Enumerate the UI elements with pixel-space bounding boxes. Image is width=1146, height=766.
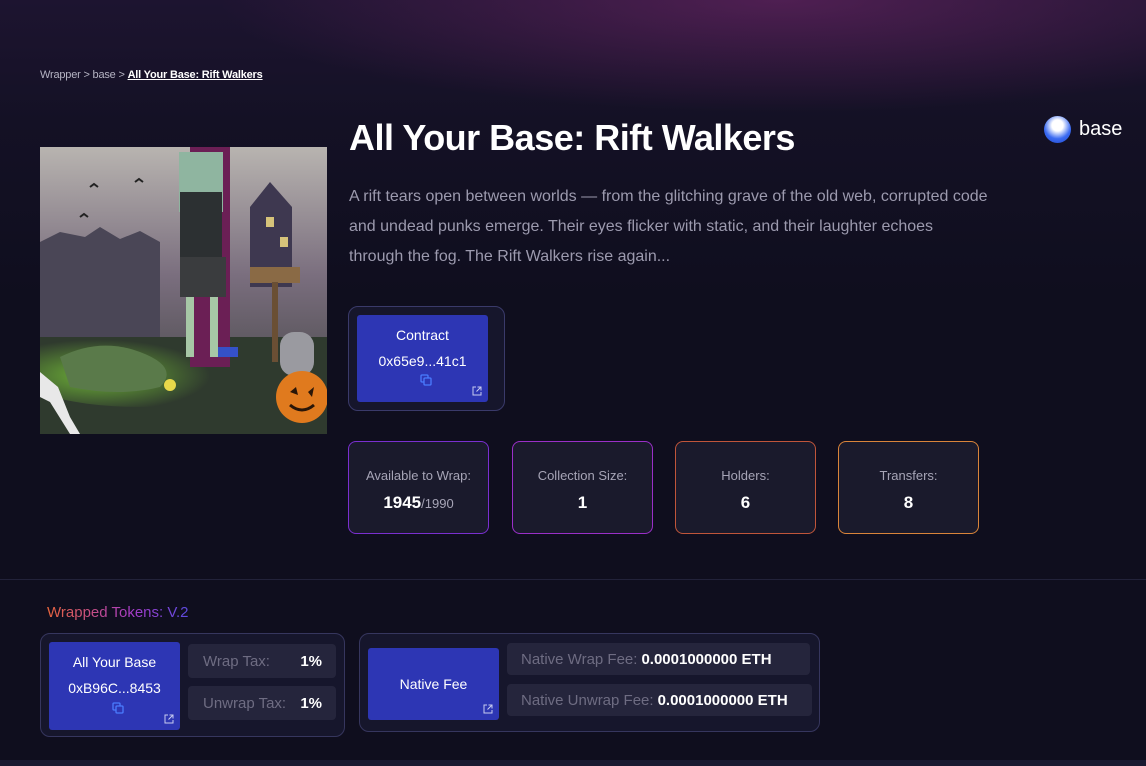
unwrap-tax-label: Unwrap Tax: [203,694,287,712]
native-wrap-fee-label: Native Wrap Fee: [521,650,638,668]
copy-icon[interactable] [420,374,432,386]
stat-label: Available to Wrap: [365,468,472,483]
chain-badge: base [1044,115,1123,143]
stat-value: 1945/1990 [349,493,488,513]
wrap-tax-value: 1% [300,652,322,670]
wrapped-tokens-heading: Wrapped Tokens: V.2 [47,604,189,621]
collection-description: A rift tears open between worlds — from … [349,188,988,265]
unwrap-tax-row: Unwrap Tax: 1% [188,686,336,720]
stat-label: Holders: [721,468,770,483]
contract-card: Contract 0x65e9...41c1 [348,306,505,411]
wrapped-token-card: All Your Base 0xB96C...8453 Wrap Tax: 1%… [40,633,345,737]
breadcrumb-separator: > [118,69,125,81]
stat-transfers: Transfers: 8 [838,441,979,534]
native-fee-label: Native Fee [399,676,468,692]
wrapped-token-address: 0xB96C...8453 [68,680,161,696]
page-title: All Your Base: Rift Walkers [349,117,795,158]
native-wrap-fee-value: 0.0001000000 ETH [641,650,772,668]
native-unwrap-fee-label: Native Unwrap Fee: [521,691,654,709]
wrapped-token-box[interactable]: All Your Base 0xB96C...8453 [49,642,180,730]
breadcrumb-separator: > [83,69,90,81]
breadcrumb-current[interactable]: All Your Base: Rift Walkers [128,69,263,81]
native-fee-box[interactable]: Native Fee [368,648,499,720]
external-link-icon[interactable] [483,704,493,714]
contract-box[interactable]: Contract 0x65e9...41c1 [357,315,488,402]
stat-value-number: 1945 [383,493,422,512]
breadcrumb-item-wrapper[interactable]: Wrapper [40,69,81,81]
breadcrumb-item-base[interactable]: base [93,69,116,81]
section-divider [0,579,1146,580]
stat-label: Collection Size: [537,468,628,483]
native-unwrap-fee-row: Native Unwrap Fee: 0.0001000000 ETH [507,684,812,716]
collection-image [40,147,327,434]
contract-label: Contract [396,327,449,343]
stat-holders: Holders: 6 [675,441,816,534]
stat-collection-size: Collection Size: 1 [512,441,653,534]
external-link-icon[interactable] [164,714,174,724]
footer-edge [0,760,1146,766]
stat-value: 8 [903,493,914,512]
stat-value: 1 [577,493,588,512]
contract-address: 0x65e9...41c1 [378,353,467,369]
external-link-icon[interactable] [472,386,482,396]
stat-value-total: /1990 [421,496,454,511]
base-chain-icon [1044,115,1071,143]
unwrap-tax-value: 1% [300,694,322,712]
breadcrumb: Wrapper > base > All Your Base: Rift Wal… [40,69,263,81]
stat-label: Transfers: [879,468,938,483]
wrapped-token-name: All Your Base [72,654,157,670]
wrap-tax-row: Wrap Tax: 1% [188,644,336,678]
stat-value: 6 [740,493,751,512]
wrap-tax-label: Wrap Tax: [203,652,270,670]
native-fee-card: Native Fee Native Wrap Fee: 0.0001000000… [359,633,820,732]
stat-available-to-wrap: Available to Wrap: 1945/1990 [348,441,489,534]
copy-icon[interactable] [112,702,124,714]
native-wrap-fee-row: Native Wrap Fee: 0.0001000000 ETH [507,643,810,675]
native-unwrap-fee-value: 0.0001000000 ETH [657,691,788,709]
chain-name: base [1079,117,1123,140]
